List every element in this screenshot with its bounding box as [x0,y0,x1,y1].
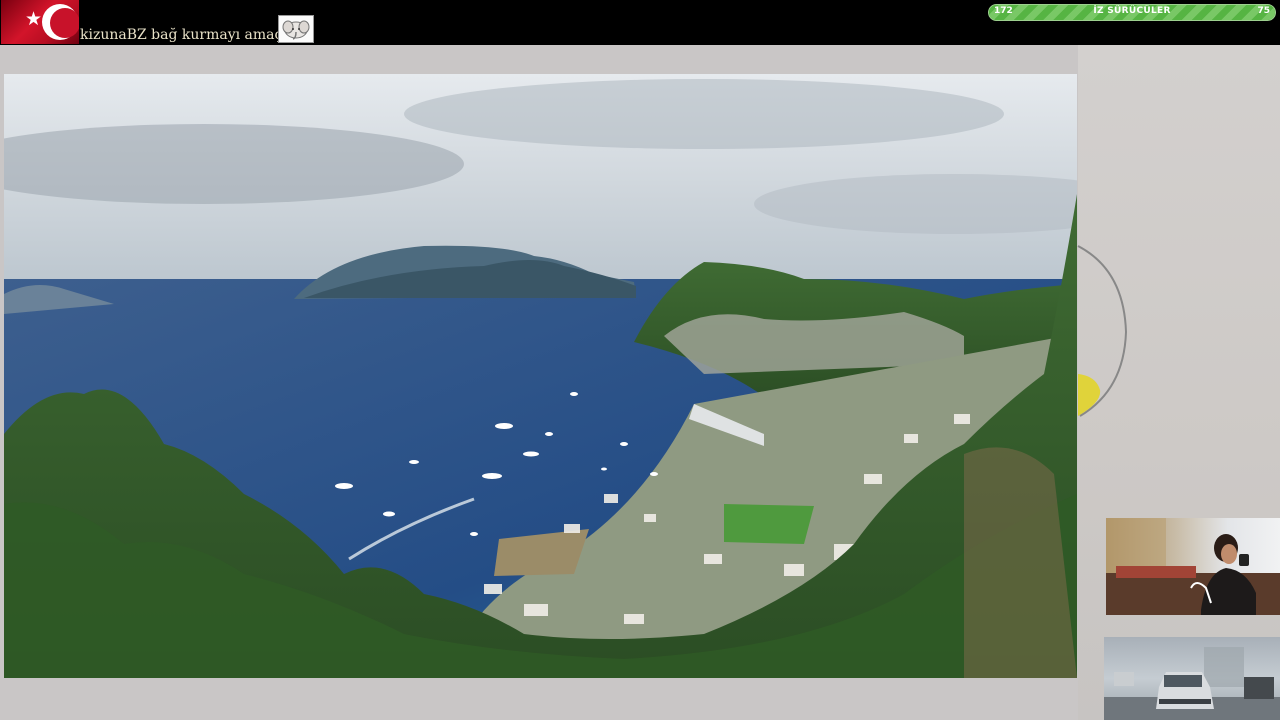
status-text: kizunaBZ bağ kurmayı amaçlar [80,27,302,43]
webcam-street-car-icon [1104,637,1280,720]
progress-right-value: 75 [1257,6,1270,16]
turkey-flag-icon: ★ [1,0,79,44]
main-landscape-image [4,74,1077,678]
webcam-person-icon [1106,518,1280,615]
progress-label: İZ SÜRÜCÜLER [1093,6,1171,16]
elephant-sticker-icon [278,15,314,43]
top-bar: ★ kizunaBZ bağ kurmayı amaçlar 172 İZ SÜ… [0,0,1280,45]
progress-bar: 172 İZ SÜRÜCÜLER 75 [988,4,1276,21]
yellow-circle-sticker [1077,245,1128,417]
